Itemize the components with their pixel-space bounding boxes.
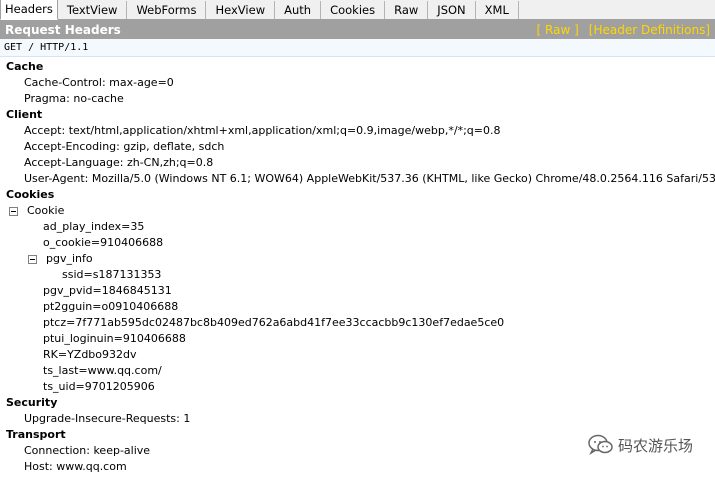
- header-item[interactable]: Host: www.qq.com: [0, 459, 715, 475]
- tab-json[interactable]: JSON: [428, 1, 476, 19]
- raw-link[interactable]: [ Raw ]: [537, 23, 579, 37]
- header-links: [ Raw ] [Header Definitions]: [537, 23, 710, 37]
- header-item[interactable]: Upgrade-Insecure-Requests: 1: [0, 411, 715, 427]
- section-cookies[interactable]: Cookies: [0, 187, 715, 203]
- cookie-item[interactable]: pt2gguin=o0910406688: [0, 299, 715, 315]
- header-item[interactable]: Pragma: no-cache: [0, 91, 715, 107]
- request-headers-title: Request Headers: [5, 22, 121, 37]
- cookie-item[interactable]: ptui_loginuin=910406688: [0, 331, 715, 347]
- header-item[interactable]: Accept-Language: zh-CN,zh;q=0.8: [0, 155, 715, 171]
- tab-raw[interactable]: Raw: [385, 1, 429, 19]
- tab-cookies[interactable]: Cookies: [321, 1, 386, 19]
- cookie-item[interactable]: o_cookie=910406688: [0, 235, 715, 251]
- pgv-info-node[interactable]: pgv_info: [0, 251, 715, 267]
- header-item[interactable]: Accept: text/html,application/xhtml+xml,…: [0, 123, 715, 139]
- cookie-item[interactable]: ad_play_index=35: [0, 219, 715, 235]
- section-client[interactable]: Client: [0, 107, 715, 123]
- tab-xml[interactable]: XML: [475, 1, 519, 19]
- header-item[interactable]: Accept-Encoding: gzip, deflate, sdch: [0, 139, 715, 155]
- cookie-node-label: Cookie: [27, 204, 65, 217]
- header-item[interactable]: Cache-Control: max-age=0: [0, 75, 715, 91]
- header-item[interactable]: User-Agent: Mozilla/5.0 (Windows NT 6.1;…: [0, 171, 715, 187]
- tab-hexview[interactable]: HexView: [206, 1, 276, 19]
- cookie-item[interactable]: RK=YZdbo932dv: [0, 347, 715, 363]
- tab-headers[interactable]: Headers: [0, 0, 58, 20]
- tab-webforms[interactable]: WebForms: [127, 1, 207, 19]
- request-headers-bar: Request Headers [ Raw ] [Header Definiti…: [0, 20, 715, 39]
- section-cache[interactable]: Cache: [0, 59, 715, 75]
- headers-tree: Cache Cache-Control: max-age=0 Pragma: n…: [0, 57, 715, 475]
- header-definitions-link[interactable]: [Header Definitions]: [589, 23, 710, 37]
- section-security[interactable]: Security: [0, 395, 715, 411]
- watermark: 码农游乐场: [588, 434, 693, 456]
- tab-textview[interactable]: TextView: [57, 1, 128, 19]
- cookie-item[interactable]: ts_uid=9701205906: [0, 379, 715, 395]
- cookie-item[interactable]: ptcz=7f771ab595dc02487bc8b409ed762a6abd4…: [0, 315, 715, 331]
- watermark-text: 码农游乐场: [617, 436, 693, 455]
- pgv-info-label: pgv_info: [46, 252, 93, 265]
- tab-auth[interactable]: Auth: [275, 1, 322, 19]
- cookie-item[interactable]: pgv_pvid=1846845131: [0, 283, 715, 299]
- collapse-icon[interactable]: [28, 254, 37, 264]
- request-line: GET / HTTP/1.1: [0, 39, 715, 57]
- cookie-node[interactable]: Cookie: [0, 203, 715, 219]
- inspector-tab-bar: Headers TextView WebForms HexView Auth C…: [0, 0, 715, 20]
- cookie-subitem[interactable]: ssid=s187131353: [0, 267, 715, 283]
- wechat-icon: [588, 434, 613, 455]
- cookie-item[interactable]: ts_last=www.qq.com/: [0, 363, 715, 379]
- collapse-icon[interactable]: [9, 206, 18, 216]
